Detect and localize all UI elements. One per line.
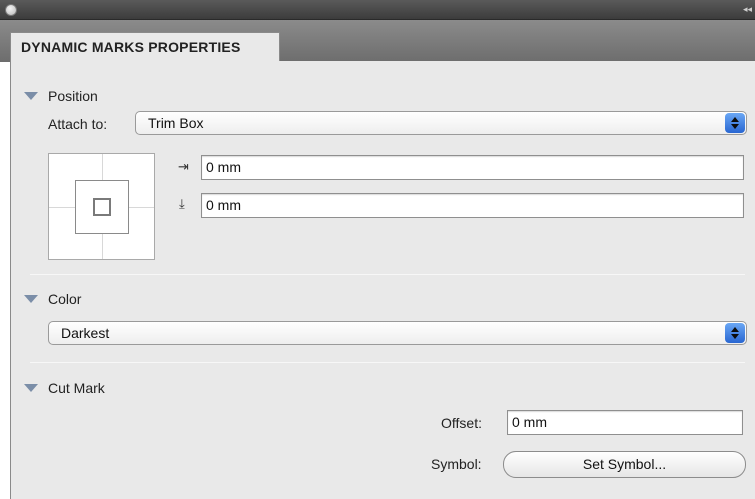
- offset-label: Offset:: [441, 415, 482, 431]
- attach-to-label: Attach to:: [48, 116, 108, 132]
- section-divider: [30, 274, 745, 275]
- tab-dynamic-marks-properties[interactable]: DYNAMIC MARKS PROPERTIES: [10, 32, 280, 63]
- vertical-offset-icon: ⤓: [179, 197, 185, 212]
- attach-to-select[interactable]: Trim Box: [135, 111, 747, 135]
- cut-mark-section-header[interactable]: Cut Mark: [24, 380, 105, 396]
- disclosure-triangle-icon[interactable]: [24, 92, 38, 100]
- color-header-label: Color: [48, 291, 82, 307]
- cut-mark-offset-field[interactable]: 0 mm: [507, 410, 743, 435]
- select-stepper-icon[interactable]: [725, 323, 745, 343]
- position-header-label: Position: [48, 88, 98, 104]
- symbol-label: Symbol:: [431, 456, 482, 472]
- collapse-icon[interactable]: ◂◂: [743, 3, 752, 15]
- disclosure-triangle-icon[interactable]: [24, 384, 38, 392]
- anchor-center-point[interactable]: [93, 198, 111, 216]
- horizontal-offset-field[interactable]: 0 mm: [201, 155, 744, 180]
- color-value: Darkest: [61, 325, 110, 341]
- vertical-offset-field[interactable]: 0 mm: [201, 193, 744, 218]
- close-button[interactable]: [5, 4, 17, 16]
- tab-bar: DYNAMIC MARKS PROPERTIES: [0, 20, 755, 63]
- color-section-header[interactable]: Color: [24, 291, 81, 307]
- position-section-header[interactable]: Position: [24, 88, 98, 104]
- horizontal-offset-icon: ⇥: [178, 160, 189, 175]
- cut-mark-header-label: Cut Mark: [48, 380, 105, 396]
- set-symbol-button[interactable]: Set Symbol...: [503, 451, 746, 478]
- panel-title-bar[interactable]: ◂◂: [0, 0, 755, 20]
- attach-to-value: Trim Box: [148, 115, 204, 131]
- section-divider: [30, 362, 745, 363]
- select-stepper-icon[interactable]: [725, 113, 745, 133]
- anchor-point-selector[interactable]: [48, 153, 155, 260]
- disclosure-triangle-icon[interactable]: [24, 295, 38, 303]
- color-select[interactable]: Darkest: [48, 321, 747, 345]
